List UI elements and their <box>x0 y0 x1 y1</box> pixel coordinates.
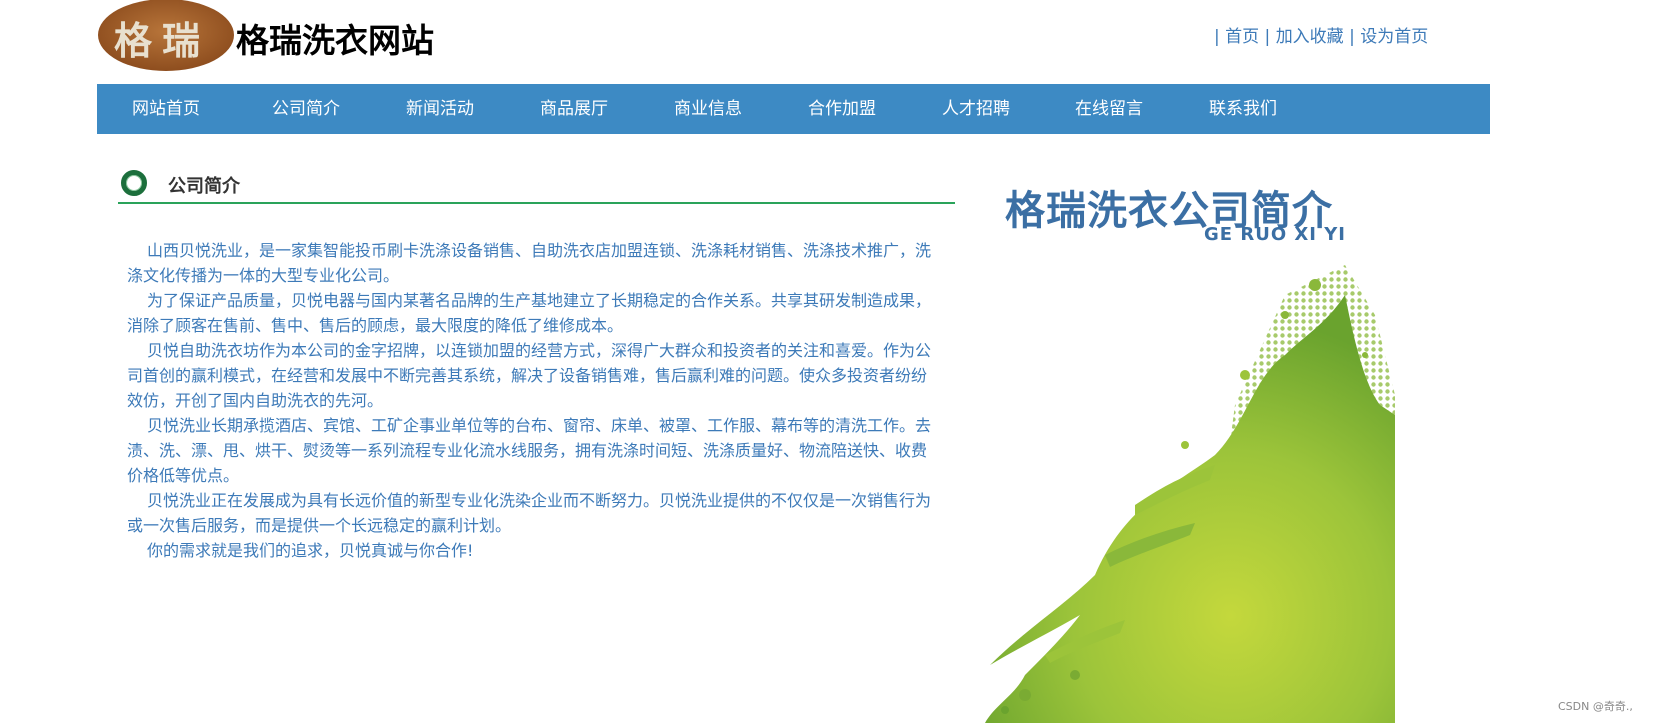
nav-item-franchise[interactable]: 合作加盟 <box>808 84 876 134</box>
add-favorite-link[interactable]: 加入收藏 <box>1276 27 1344 47</box>
home-link[interactable]: 首页 <box>1225 27 1259 47</box>
nav-item-contact[interactable]: 联系我们 <box>1209 84 1277 134</box>
intro-paragraph: 贝悦洗业正在发展成为具有长远价值的新型专业化洗染企业而不断努力。贝悦洗业提供的不… <box>127 491 932 535</box>
nav-item-news[interactable]: 新闻活动 <box>406 84 474 134</box>
side-banner-subtitle: GE RUO XI YI <box>1204 224 1346 245</box>
main-nav: 网站首页 公司简介 新闻活动 商品展厅 商业信息 合作加盟 人才招聘 在线留言 … <box>97 84 1490 134</box>
nav-item-about[interactable]: 公司简介 <box>272 84 340 134</box>
watermark: CSDN @奇奇., <box>1558 700 1633 713</box>
link-separator: | <box>1349 27 1355 47</box>
nav-item-messages[interactable]: 在线留言 <box>1075 84 1143 134</box>
section-heading: 公司简介 <box>118 170 955 204</box>
top-links: | 首页 | 加入收藏 | 设为首页 <box>1214 22 1428 47</box>
site-logo[interactable]: 格瑞 <box>96 0 236 73</box>
intro-paragraph: 为了保证产品质量，贝悦电器与国内某著名品牌的生产基地建立了长期稳定的合作关系。共… <box>127 291 932 335</box>
nav-item-home[interactable]: 网站首页 <box>132 84 200 134</box>
green-splash-image <box>985 265 1395 723</box>
site-title: 格瑞洗衣网站 <box>236 21 434 60</box>
nav-item-products[interactable]: 商品展厅 <box>540 84 608 134</box>
intro-paragraph: 贝悦自助洗衣坊作为本公司的金字招牌，以连锁加盟的经营方式，深得广大群众和投资者的… <box>127 341 932 410</box>
logo-text: 格瑞 <box>114 18 211 63</box>
link-separator: | <box>1264 27 1271 47</box>
intro-paragraph: 你的需求就是我们的追求，贝悦真诚与你合作! <box>147 541 474 560</box>
side-banner: 格瑞洗衣公司简介 GE RUO XI YI <box>985 170 1485 723</box>
link-separator: | <box>1214 27 1220 47</box>
intro-paragraph: 山西贝悦洗业，是一家集智能投币刷卡洗涤设备销售、自助洗衣店加盟连锁、洗涤耗材销售… <box>127 241 932 285</box>
ring-icon <box>121 170 147 196</box>
nav-item-jobs[interactable]: 人才招聘 <box>942 84 1010 134</box>
set-homepage-link[interactable]: 设为首页 <box>1360 27 1428 47</box>
intro-paragraph: 贝悦洗业长期承揽酒店、宾馆、工矿企事业单位等的台布、窗帘、床单、被罩、工作服、幕… <box>127 416 932 485</box>
page: 格瑞 格瑞洗衣网站 | 首页 | 加入收藏 | 设为首页 网站首页 公司简介 新… <box>0 0 1659 723</box>
section-title: 公司简介 <box>168 176 240 197</box>
company-intro: 山西贝悦洗业，是一家集智能投币刷卡洗涤设备销售、自助洗衣店加盟连锁、洗涤耗材销售… <box>127 238 939 563</box>
nav-item-business[interactable]: 商业信息 <box>674 84 742 134</box>
